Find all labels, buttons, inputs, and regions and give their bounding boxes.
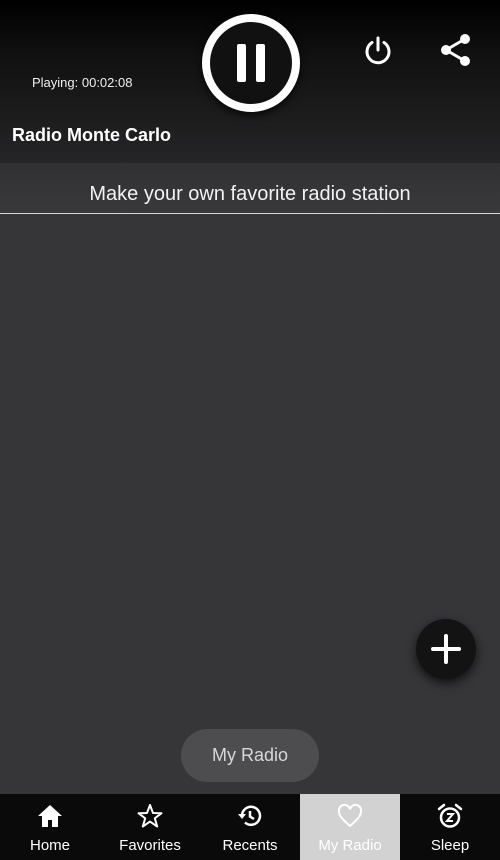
nav-label-favorites: Favorites [119,837,181,854]
nav-label-sleep: Sleep [430,837,470,854]
pause-icon-bar-left [237,44,246,82]
alarm-icon [437,803,463,828]
nav-item-my-radio[interactable]: My Radio [300,794,400,860]
plus-icon [431,634,461,664]
home-icon [38,805,62,827]
nav-item-sleep[interactable]: Sleep [400,794,500,860]
power-icon[interactable] [362,34,394,66]
add-station-button[interactable] [416,619,476,679]
nav-label-recents: Recents [222,837,278,854]
pause-button[interactable] [202,14,300,112]
page-heading: Make your own favorite radio station [0,163,500,214]
station-name: Radio Monte Carlo [12,125,172,145]
nav-item-home[interactable]: Home [0,794,100,860]
toast-message: My Radio [181,729,319,782]
playing-time: Playing: 00:02:08 [32,75,133,90]
nav-label-home: Home [29,837,70,854]
history-icon [238,805,262,827]
bottom-navigation: Home Favorites Recents My Radio Sleep [0,794,500,860]
heart-icon [337,803,363,828]
nav-item-favorites[interactable]: Favorites [100,794,200,860]
star-icon [137,804,163,828]
my-radio-list [0,214,500,794]
nav-label-my-radio: My Radio [318,837,382,854]
player-header: Playing: 00:02:08 Radio Monte Carlo [0,0,500,163]
share-icon[interactable] [437,32,473,68]
nav-item-recents[interactable]: Recents [200,794,300,860]
pause-icon-bar-right [256,44,265,82]
